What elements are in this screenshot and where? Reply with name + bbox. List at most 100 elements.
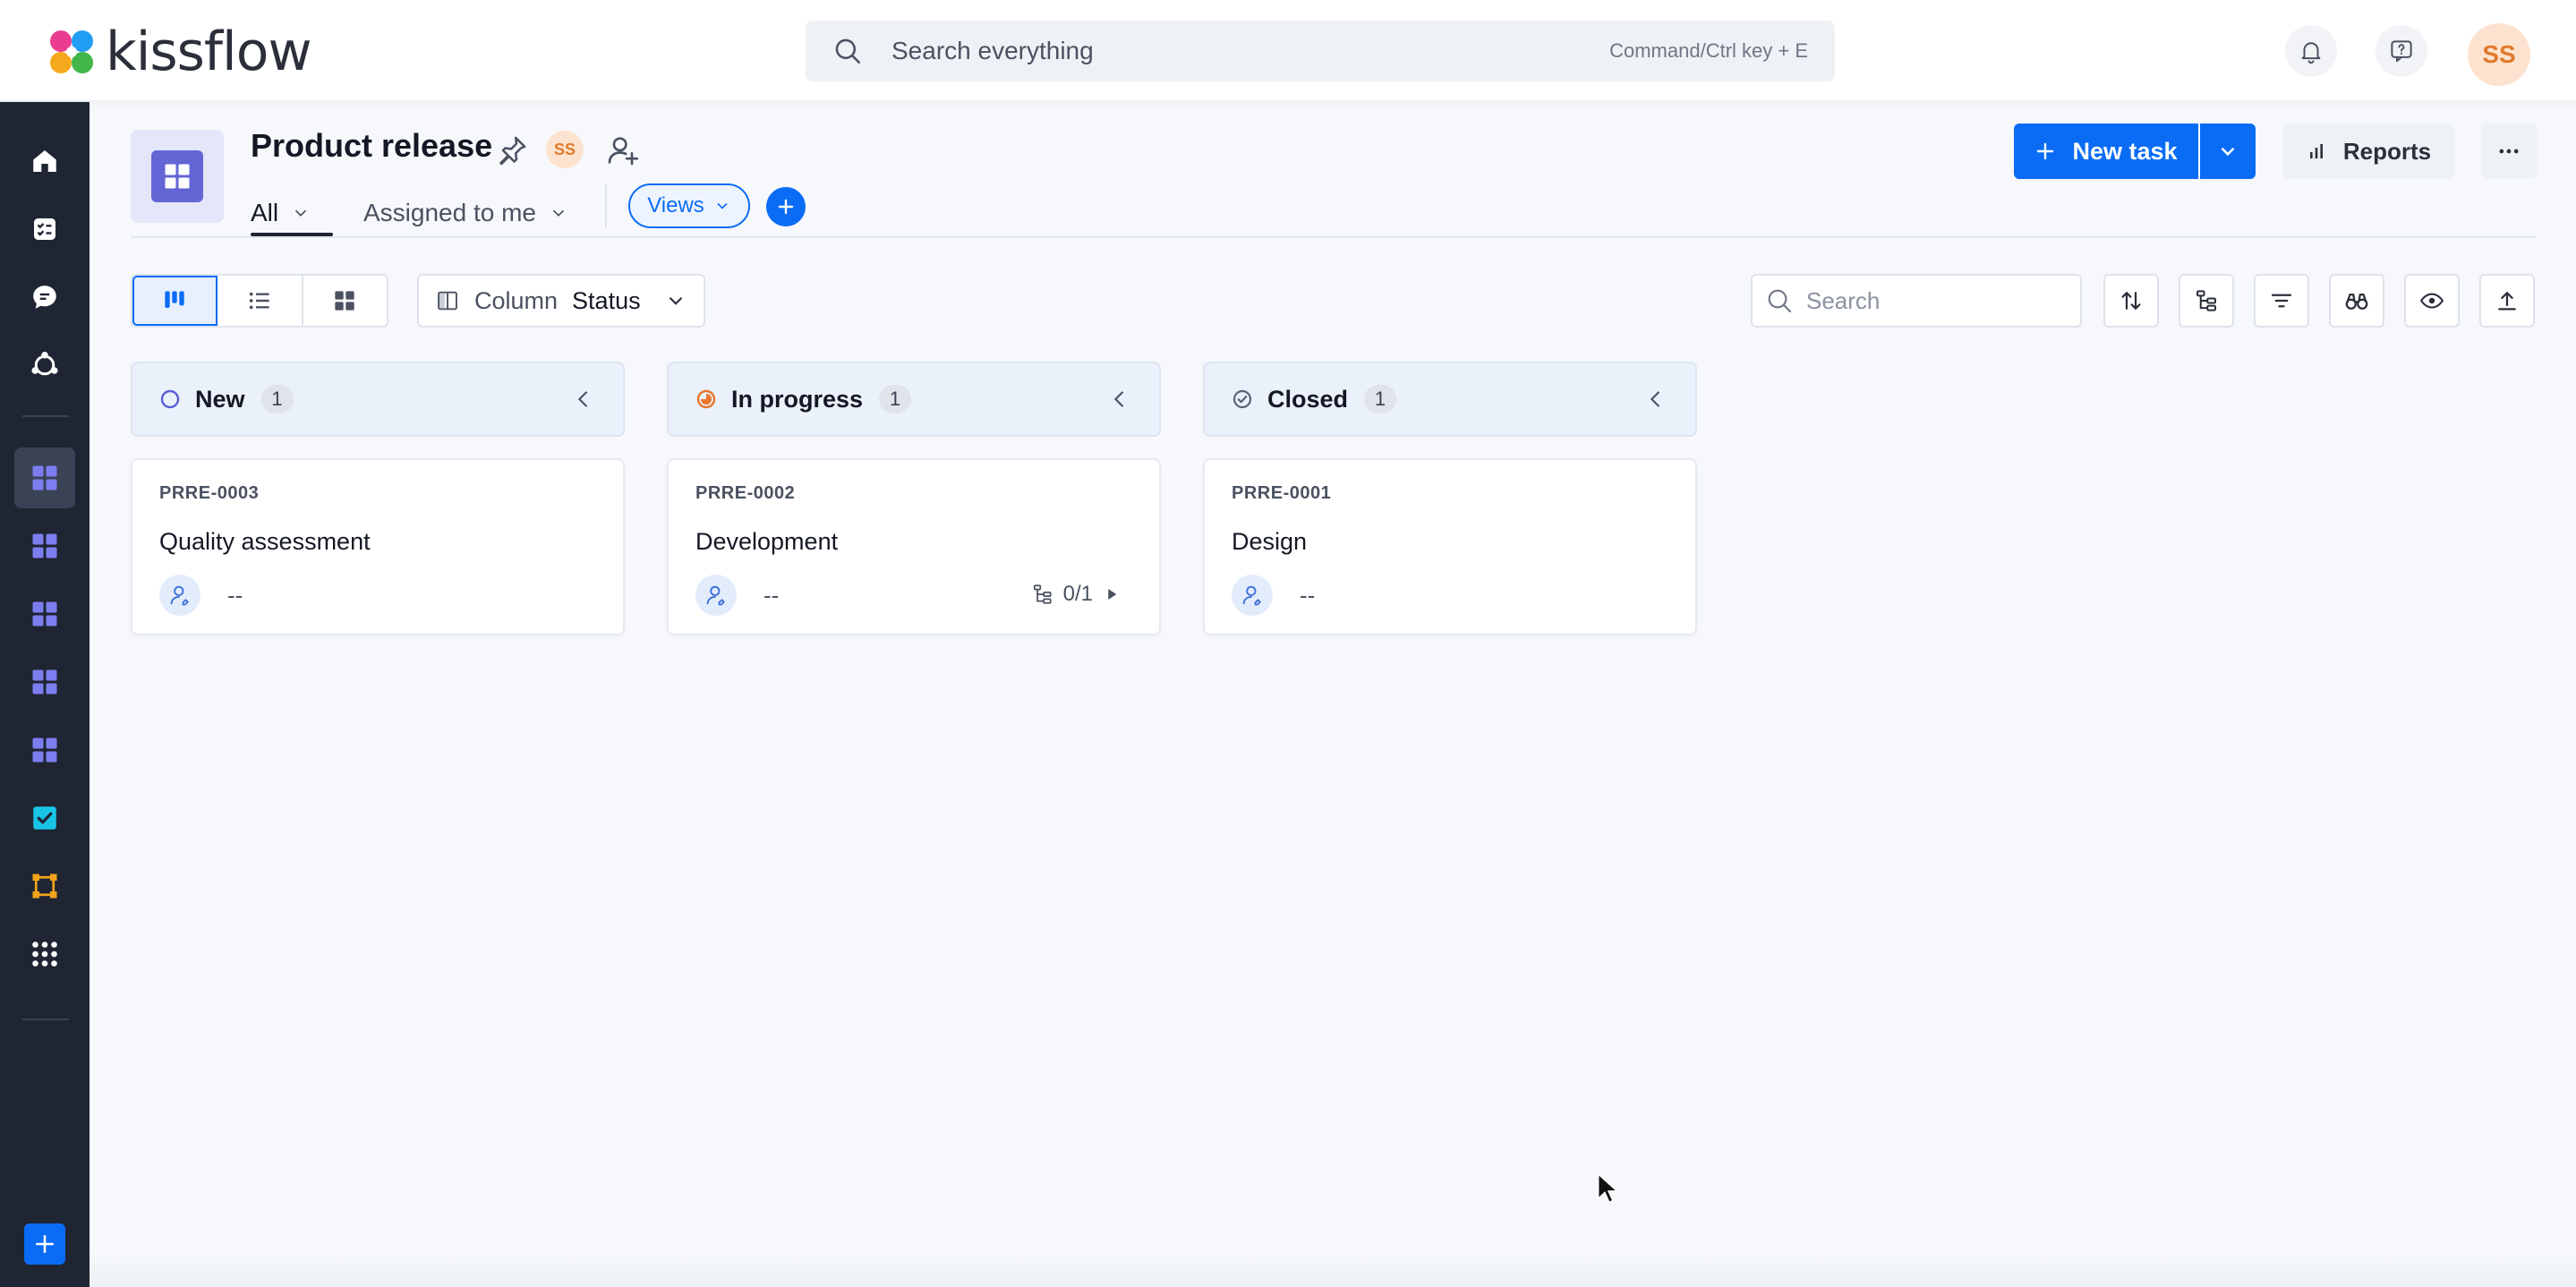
all-apps-icon (32, 942, 57, 967)
home-icon (33, 150, 56, 172)
views-label: Views (647, 193, 704, 217)
global-search[interactable]: Search everything Command/Ctrl key + E (806, 21, 1835, 81)
mouse-cursor-icon (1597, 1172, 1619, 1204)
pin-icon[interactable] (494, 132, 530, 168)
sidebar-item-board[interactable] (14, 720, 75, 780)
sidebar-item-board[interactable] (14, 584, 75, 644)
tab-assigned-label: Assigned to me (363, 199, 536, 226)
find-button[interactable] (2329, 274, 2384, 328)
export-button[interactable] (2479, 274, 2535, 328)
board-owner-avatar[interactable]: SS (546, 131, 584, 168)
bell-icon (2301, 42, 2321, 64)
assign-user-button[interactable] (695, 575, 737, 616)
collapse-column-icon[interactable] (571, 387, 596, 412)
assign-user-button[interactable] (1232, 575, 1273, 616)
assign-user-button[interactable] (159, 575, 200, 616)
global-search-placeholder: Search everything (891, 37, 1094, 64)
assignee-value: -- (763, 582, 780, 609)
task-card[interactable]: PRRE-0003 Quality assessment -- (131, 458, 625, 635)
board-grid-icon (165, 164, 190, 189)
assign-user-icon (1242, 585, 1261, 606)
binoculars-icon (2345, 294, 2368, 310)
chevron-down-icon (717, 202, 728, 209)
sidebar-item-chat[interactable] (14, 267, 75, 328)
column-label: Column (474, 286, 559, 314)
assignee-value: -- (1300, 582, 1316, 609)
board-icon (32, 533, 57, 558)
subtasks-toggle[interactable]: 0/1 (1031, 582, 1120, 607)
show-fields-button[interactable] (2404, 274, 2460, 328)
status-in-progress-icon (696, 389, 716, 409)
sidebar-divider (22, 1019, 69, 1020)
chevron-down-icon (295, 209, 307, 217)
more-options-button[interactable] (2481, 124, 2537, 179)
sidebar-item-community[interactable] (14, 335, 75, 396)
chevron-down-icon (552, 209, 565, 217)
plus-icon (2037, 142, 2054, 160)
column-count: 1 (879, 385, 912, 413)
board-search[interactable] (1751, 274, 2082, 328)
list-view-button[interactable] (218, 276, 303, 326)
new-task-dropdown-button[interactable] (2200, 124, 2256, 179)
sidebar-item-process[interactable] (14, 856, 75, 916)
column-name: In progress (731, 385, 864, 413)
notifications-button[interactable] (2285, 25, 2337, 77)
page-title: Product release (251, 127, 493, 164)
reports-button[interactable]: Reports (2282, 124, 2454, 179)
views-dropdown[interactable]: Views (628, 183, 750, 228)
tab-assigned-to-me[interactable]: Assigned to me (363, 190, 568, 236)
header-divider (131, 236, 2537, 238)
task-card[interactable]: PRRE-0002 Development -- 0/1 (667, 458, 1161, 635)
more-horizontal-icon (2499, 149, 2519, 154)
tab-all[interactable]: All (251, 190, 311, 236)
subtask-hierarchy-button[interactable] (2179, 274, 2234, 328)
help-button[interactable] (2376, 25, 2427, 77)
kissflow-logo[interactable]: kissflow (45, 21, 312, 83)
sidebar-item-my-tasks[interactable] (14, 199, 75, 260)
sidebar-item-home[interactable] (14, 131, 75, 192)
logo-text: kissflow (106, 21, 312, 83)
add-member-icon[interactable] (605, 132, 641, 168)
subtask-count: 0/1 (1062, 582, 1093, 606)
task-id: PRRE-0001 (1232, 483, 1332, 503)
column-group-by-select[interactable]: Column Status (417, 274, 705, 328)
subtask-icon (1033, 584, 1052, 604)
reports-label: Reports (2342, 137, 2432, 165)
add-view-button[interactable] (766, 187, 806, 226)
grid-view-button[interactable] (303, 276, 387, 326)
sidebar-item-board[interactable] (14, 516, 75, 576)
eye-icon (2419, 293, 2444, 309)
user-avatar[interactable]: SS (2468, 23, 2530, 86)
view-switcher (131, 274, 388, 328)
board-icon (32, 465, 57, 490)
column-count: 1 (1364, 385, 1397, 413)
sort-button[interactable] (2103, 274, 2159, 328)
sidebar-item-board[interactable] (14, 652, 75, 712)
column-value: Status (572, 286, 641, 314)
new-task-button[interactable]: New task (2014, 124, 2198, 179)
search-icon (1768, 289, 1792, 313)
filter-button[interactable] (2254, 274, 2309, 328)
plus-icon (778, 199, 794, 215)
board-search-input[interactable] (1806, 286, 2057, 315)
collapse-column-icon[interactable] (1643, 387, 1668, 412)
assignee-value: -- (227, 582, 243, 609)
my-tasks-icon (34, 218, 55, 240)
board-avatar-inner (151, 150, 203, 202)
sidebar-item-list[interactable] (14, 788, 75, 848)
sidebar-item-all-apps[interactable] (14, 924, 75, 984)
task-card[interactable]: PRRE-0001 Design -- (1203, 458, 1697, 635)
sidebar-create-button[interactable] (24, 1223, 65, 1265)
tab-all-label: All (251, 199, 279, 226)
community-icon (31, 352, 58, 376)
expand-caret-icon (1108, 589, 1117, 600)
list-icon (249, 292, 269, 310)
collapse-column-icon[interactable] (1107, 387, 1132, 412)
board-icon (32, 669, 57, 695)
sidebar-item-board-product-release[interactable] (14, 447, 75, 508)
tab-separator (605, 184, 607, 227)
assign-user-icon (706, 585, 725, 606)
hierarchy-icon (2196, 290, 2216, 311)
bottom-edge-shade (90, 1253, 2576, 1287)
kanban-view-button[interactable] (132, 276, 218, 326)
